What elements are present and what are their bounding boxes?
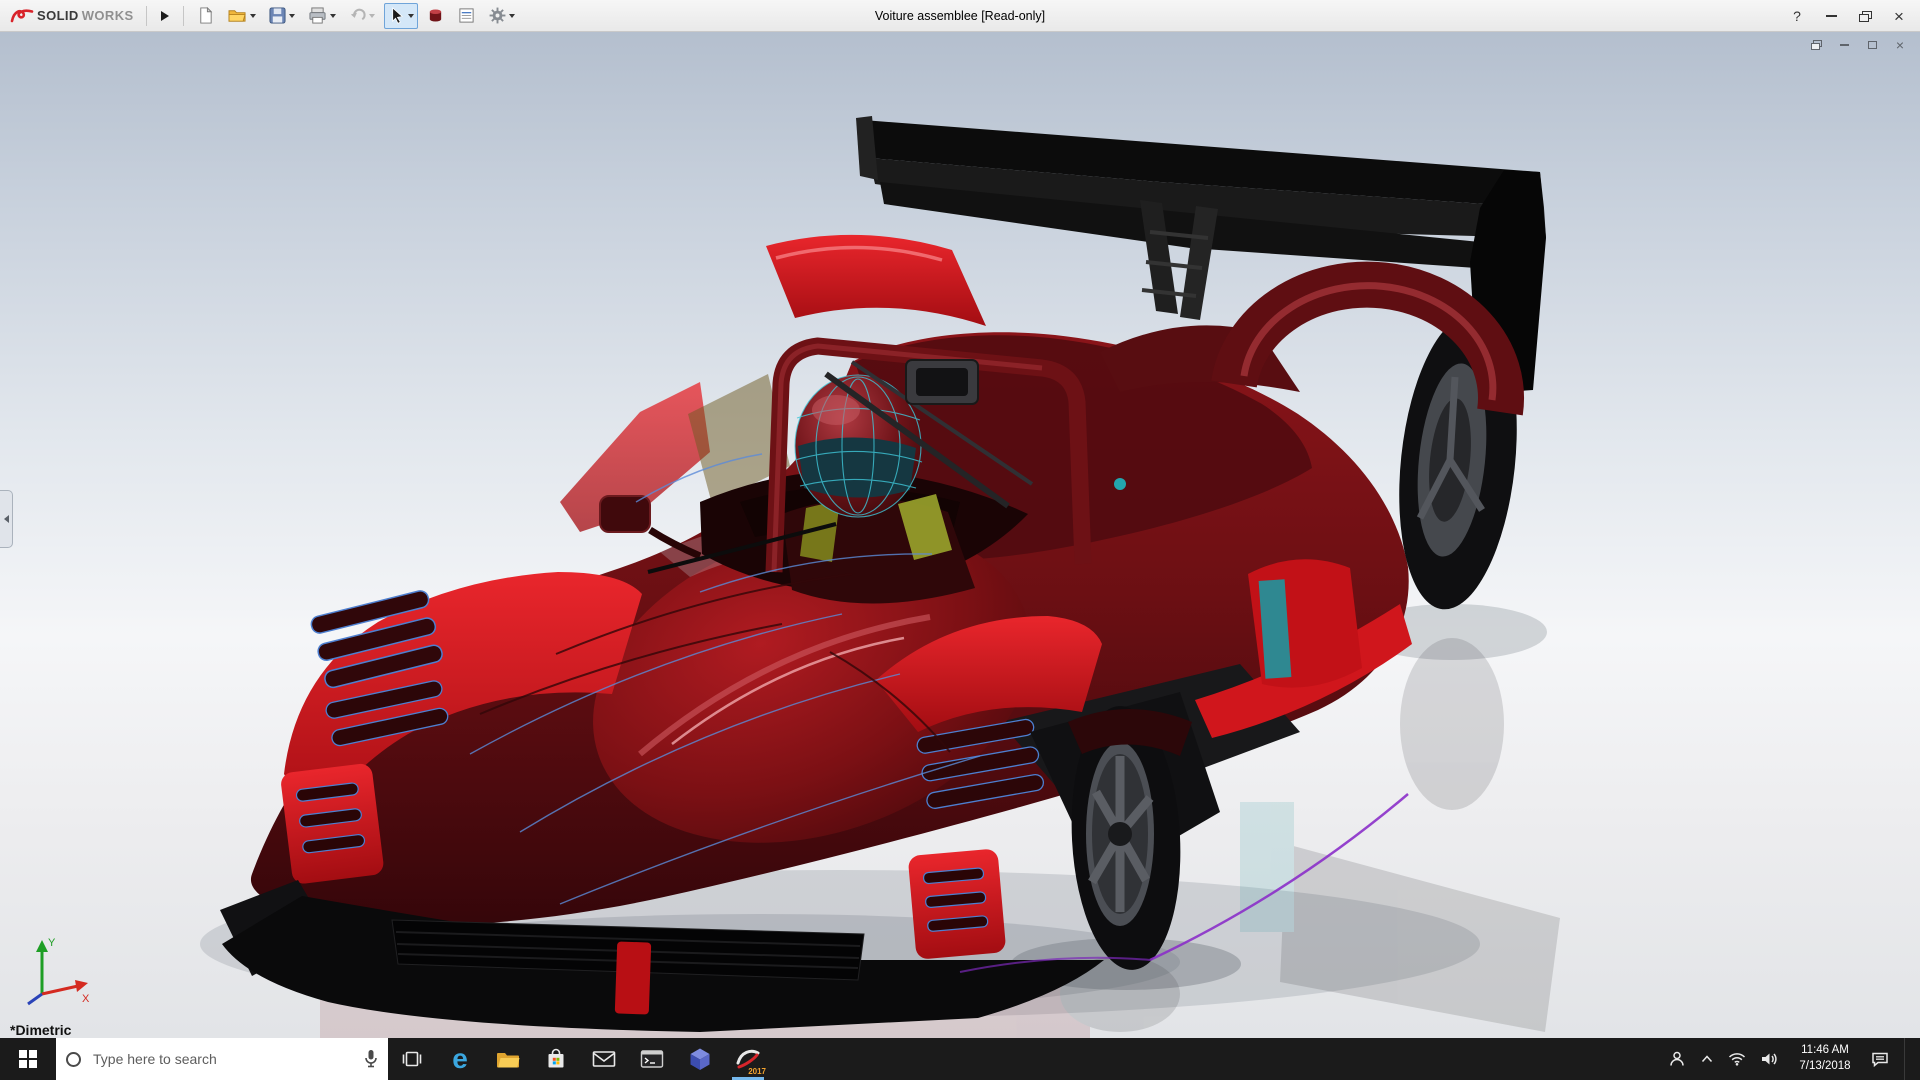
sheet-icon <box>458 7 475 24</box>
undo-button[interactable] <box>345 3 379 29</box>
microphone-icon[interactable] <box>364 1049 378 1069</box>
brand-works: WORKS <box>82 8 134 23</box>
chevron-down-icon <box>289 14 295 18</box>
doc-maximize-button[interactable] <box>1864 38 1880 52</box>
titlebar: SOLIDWORKS <box>0 0 1920 32</box>
windows-logo-icon <box>19 1050 37 1068</box>
chevron-down-icon <box>408 14 414 18</box>
doc-minimize-button[interactable] <box>1836 38 1852 52</box>
volume-button[interactable] <box>1761 1052 1779 1066</box>
store-icon <box>546 1048 566 1070</box>
solidworks-app-button[interactable]: 2017 <box>724 1038 772 1080</box>
chevron-down-icon <box>250 14 256 18</box>
document-window-controls: × <box>1808 38 1908 52</box>
tray-overflow-button[interactable] <box>1701 1055 1713 1063</box>
edge-icon: e <box>452 1045 468 1073</box>
task-view-icon <box>401 1050 423 1068</box>
brand-solid: SOLID <box>37 8 79 23</box>
save-icon <box>269 7 286 24</box>
triad-y-label: Y <box>48 937 56 949</box>
solidworks-version-badge: 2017 <box>748 1067 766 1076</box>
mail-icon <box>592 1050 616 1068</box>
3d-viewer-button[interactable] <box>676 1038 724 1080</box>
ds-logo-icon <box>10 7 34 24</box>
mail-button[interactable] <box>580 1038 628 1080</box>
action-center-icon <box>1871 1051 1889 1067</box>
toolbar-separator <box>183 6 184 26</box>
volume-icon <box>1761 1052 1779 1066</box>
restore-button[interactable] <box>1850 4 1880 28</box>
select-tool-button[interactable] <box>384 3 418 29</box>
network-button[interactable] <box>1728 1052 1746 1066</box>
command-prompt-icon <box>640 1049 664 1069</box>
options-button[interactable] <box>485 3 519 29</box>
open-folder-icon <box>228 7 247 24</box>
toolbar-separator <box>146 6 147 26</box>
command-prompt-button[interactable] <box>628 1038 676 1080</box>
print-icon <box>308 7 327 24</box>
chevron-down-icon <box>509 14 515 18</box>
task-view-button[interactable] <box>388 1038 436 1080</box>
restore-icon <box>1859 11 1872 22</box>
car-model-render <box>0 32 1920 1038</box>
options-gear-icon <box>489 7 506 24</box>
print-button[interactable] <box>304 3 340 29</box>
help-icon: ? <box>1793 8 1801 24</box>
taskbar-search[interactable] <box>56 1038 388 1080</box>
minimize-icon <box>1826 15 1837 17</box>
file-explorer-button[interactable] <box>484 1038 532 1080</box>
clock-date: 7/13/2018 <box>1794 1059 1856 1075</box>
sheet-format-button[interactable] <box>454 3 480 29</box>
minimize-button[interactable] <box>1816 4 1846 28</box>
action-center-button[interactable] <box>1871 1051 1889 1067</box>
appearance-icon <box>427 7 444 24</box>
orientation-triad: X Y <box>18 932 98 1010</box>
new-document-button[interactable] <box>193 3 219 29</box>
edge-button[interactable]: e <box>436 1038 484 1080</box>
save-button[interactable] <box>265 3 299 29</box>
new-document-icon <box>197 7 214 24</box>
close-icon: × <box>1894 8 1904 25</box>
chevron-up-icon <box>1701 1055 1713 1063</box>
search-icon <box>66 1052 81 1067</box>
appearances-button[interactable] <box>423 3 449 29</box>
featuremanager-collapse-handle[interactable] <box>0 490 13 548</box>
clock-time: 11:46 AM <box>1794 1043 1856 1059</box>
file-explorer-icon <box>496 1049 520 1069</box>
view-orientation-label: *Dimetric <box>10 1022 71 1038</box>
triad-x-label: X <box>82 993 90 1005</box>
undo-icon <box>349 7 366 24</box>
minimize-icon <box>1840 44 1849 46</box>
store-button[interactable] <box>532 1038 580 1080</box>
search-input[interactable] <box>91 1050 354 1068</box>
open-button[interactable] <box>224 3 260 29</box>
solidworks-logo: SOLIDWORKS <box>10 7 134 24</box>
3d-cube-icon <box>689 1047 711 1071</box>
chevron-down-icon <box>369 14 375 18</box>
help-button[interactable]: ? <box>1782 4 1812 28</box>
people-button[interactable] <box>1668 1050 1686 1068</box>
window-title: Voiture assemblee [Read-only] <box>875 0 1045 32</box>
graphics-viewport[interactable]: × X Y *Dimetric <box>0 32 1920 1038</box>
maximize-icon <box>1868 41 1877 49</box>
menu-expand-button[interactable] <box>155 4 175 28</box>
people-icon <box>1668 1050 1686 1068</box>
taskbar: e <box>0 1038 1920 1080</box>
select-cursor-icon <box>388 7 405 24</box>
play-arrow-icon <box>161 11 169 21</box>
close-icon: × <box>1896 38 1904 52</box>
chevron-down-icon <box>330 14 336 18</box>
doc-close-button[interactable]: × <box>1892 38 1908 52</box>
show-desktop-button[interactable] <box>1904 1038 1910 1080</box>
chevron-left-icon <box>4 515 9 523</box>
restore-icon <box>1811 40 1822 50</box>
wifi-icon <box>1728 1052 1746 1066</box>
taskbar-clock[interactable]: 11:46 AM 7/13/2018 <box>1794 1043 1856 1074</box>
doc-restore-button[interactable] <box>1808 38 1824 52</box>
start-button[interactable] <box>0 1038 56 1080</box>
close-button[interactable]: × <box>1884 4 1914 28</box>
